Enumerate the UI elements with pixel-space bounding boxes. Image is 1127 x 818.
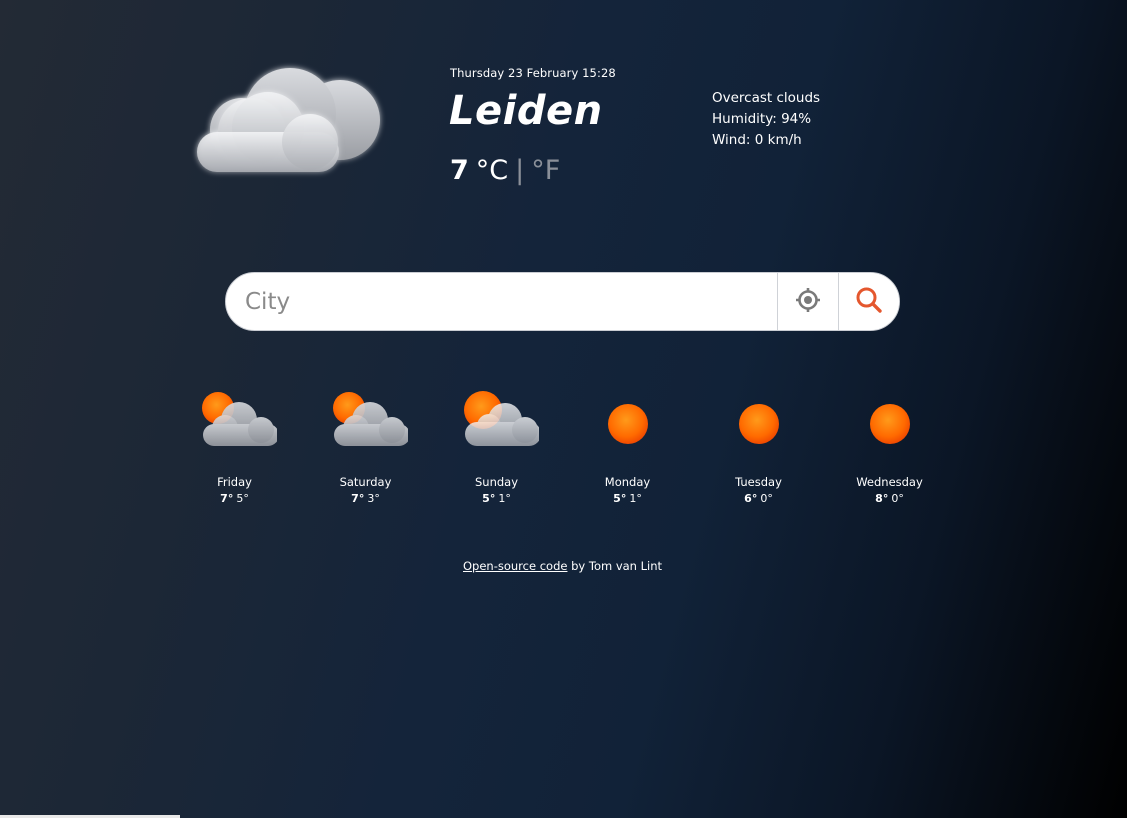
search-bar	[225, 272, 900, 331]
forecast-low: 0°	[891, 492, 904, 505]
forecast-list: Friday 7° 5° Saturday 7° 3° Sunday 5° 1°…	[169, 384, 956, 505]
forecast-high: 6°	[744, 492, 758, 505]
unit-separator: |	[515, 155, 525, 186]
forecast-day-name: Tuesday	[735, 475, 782, 489]
forecast-temps: 6° 0°	[744, 492, 773, 505]
open-source-code-link[interactable]: Open-source code	[463, 559, 567, 573]
city-name: Leiden	[449, 88, 603, 134]
forecast-day-name: Monday	[604, 475, 651, 489]
temperature-value: 7	[450, 155, 469, 186]
forecast-day-name: Wednesday	[856, 475, 923, 489]
forecast-low: 5°	[236, 492, 249, 505]
forecast-day: Wednesday 8° 0°	[824, 384, 955, 505]
forecast-day-name: Saturday	[339, 475, 392, 489]
forecast-low: 0°	[760, 492, 773, 505]
forecast-low: 1°	[629, 492, 642, 505]
forecast-temps: 5° 1°	[482, 492, 511, 505]
sun-icon	[738, 404, 779, 444]
forecast-temps: 5° 1°	[613, 492, 642, 505]
crosshair-icon	[794, 286, 822, 318]
current-date: Thursday 23 February 15:28	[450, 66, 616, 80]
footer-author: by Tom van Lint	[567, 559, 663, 573]
temperature-row: 7 °C | °F	[450, 155, 560, 191]
weather-details: Overcast clouds Humidity: 94% Wind: 0 km…	[712, 88, 820, 151]
weather-description: Overcast clouds	[712, 90, 821, 106]
footer: Open-source code by Tom van Lint	[463, 559, 662, 573]
forecast-low: 1°	[498, 492, 511, 505]
sun-rain-cloud-icon	[201, 392, 277, 466]
forecast-temps: 7° 5°	[220, 492, 249, 505]
forecast-high: 7°	[220, 492, 234, 505]
forecast-high: 5°	[613, 492, 627, 505]
sun-cloud-icon	[463, 391, 539, 446]
forecast-high: 8°	[875, 492, 889, 505]
forecast-day-name: Sunday	[474, 475, 519, 489]
forecast-day: Sunday 5° 1°	[431, 384, 562, 505]
city-search-input[interactable]	[226, 273, 777, 330]
current-location-button[interactable]	[777, 273, 838, 330]
forecast-day: Friday 7° 5°	[169, 384, 300, 505]
sun-rain-cloud-icon	[332, 392, 408, 466]
forecast-temps: 7° 3°	[351, 492, 380, 505]
forecast-day: Monday 5° 1°	[562, 384, 693, 505]
forecast-high: 5°	[482, 492, 496, 505]
celsius-toggle[interactable]: °C	[476, 155, 508, 186]
current-weather-cloud-icon	[190, 58, 390, 188]
forecast-temps: 8° 0°	[875, 492, 904, 505]
forecast-day: Saturday 7° 3°	[300, 384, 431, 505]
forecast-low: 3°	[367, 492, 380, 505]
humidity: Humidity: 94%	[712, 111, 812, 127]
forecast-day: Tuesday 6° 0°	[693, 384, 824, 505]
fahrenheit-toggle[interactable]: °F	[531, 155, 560, 186]
wind: Wind: 0 km/h	[712, 132, 802, 148]
forecast-day-name: Friday	[217, 475, 252, 489]
forecast-high: 7°	[351, 492, 365, 505]
search-button[interactable]	[838, 273, 899, 330]
sun-icon	[869, 404, 910, 444]
search-icon	[854, 285, 884, 319]
sun-icon	[607, 404, 648, 444]
